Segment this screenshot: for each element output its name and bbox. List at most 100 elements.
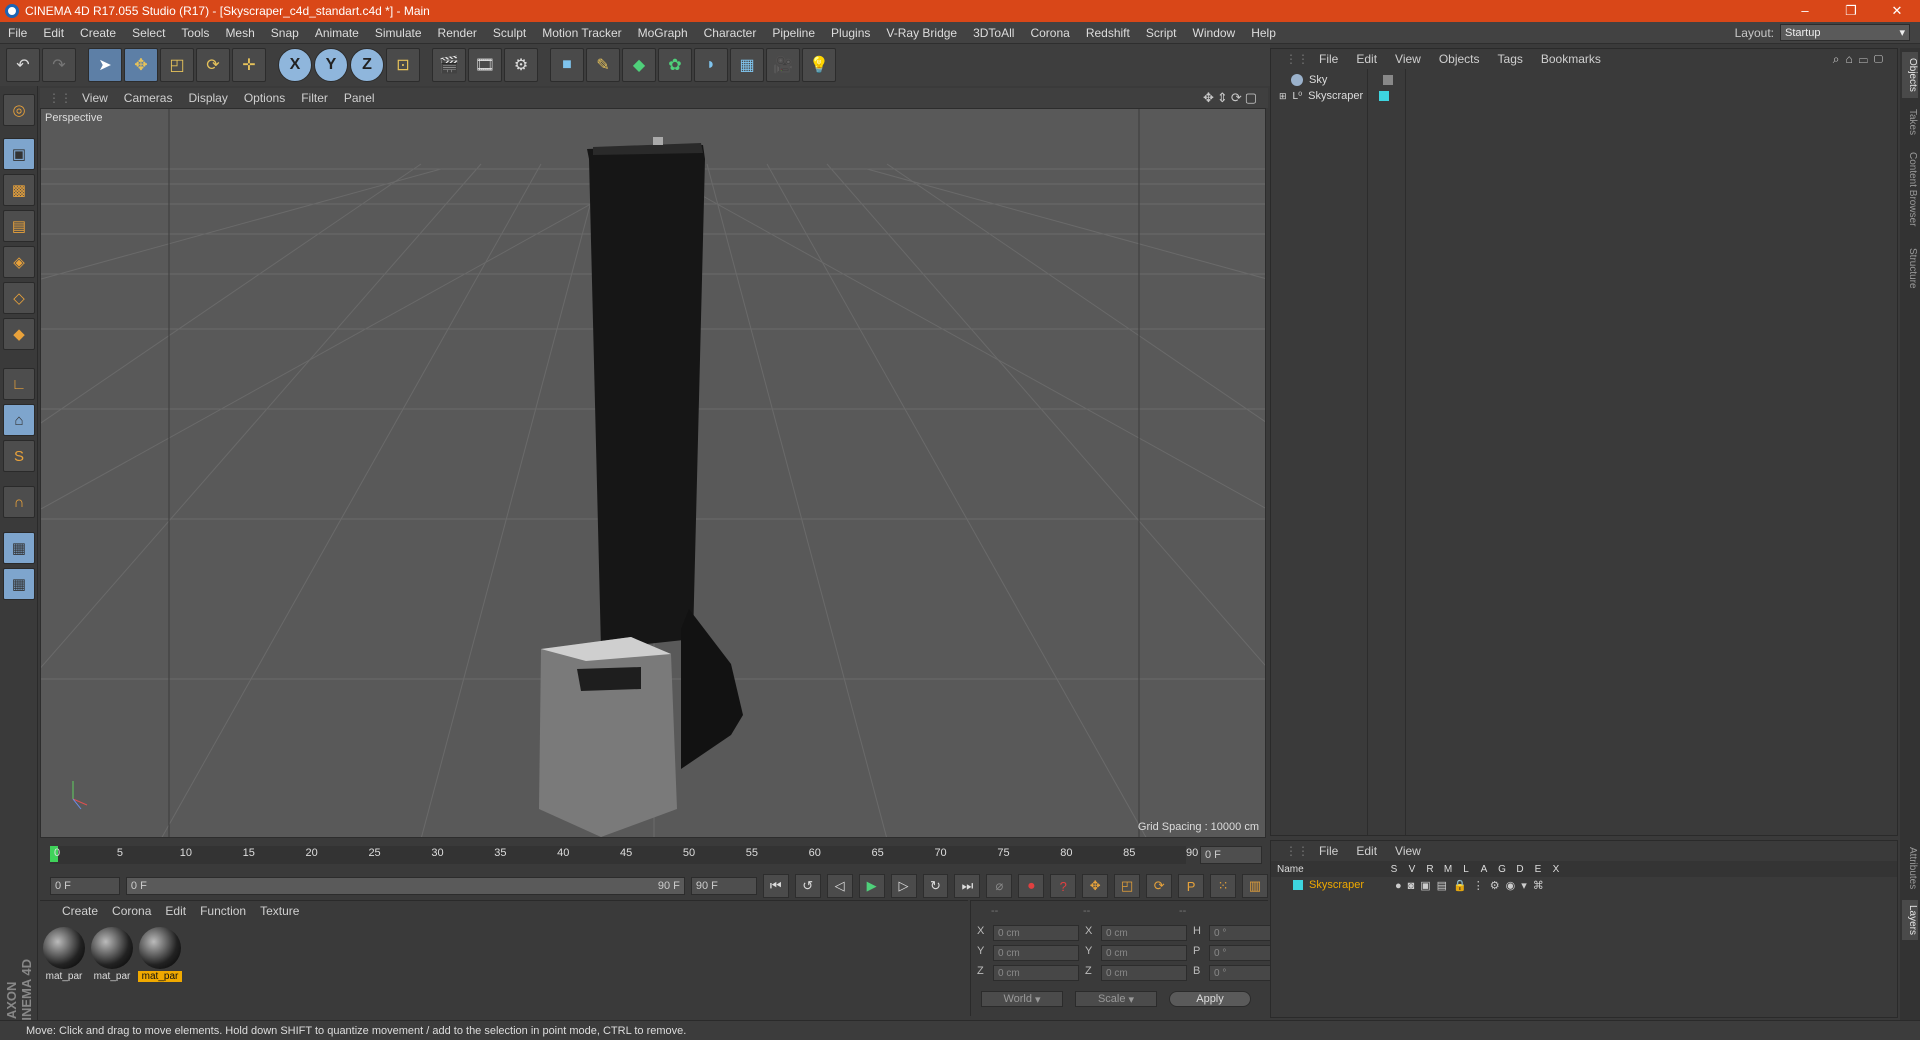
object-menu-tags[interactable]: Tags [1490,52,1531,66]
previous-key-icon[interactable]: ↺ [794,874,821,898]
material-menu-edit[interactable]: Edit [159,904,192,918]
layout-dropdown[interactable]: Startup ▾ [1780,24,1910,41]
current-frame-field[interactable]: 0 F [1200,846,1262,864]
frame-range-slider[interactable]: 0 F 90 F [125,877,685,895]
menu-simulate[interactable]: Simulate [367,26,430,40]
tab-takes[interactable]: Takes [1902,104,1918,140]
size-x-field[interactable]: 0 cm [1101,925,1187,941]
menu-corona[interactable]: Corona [1022,26,1077,40]
coordinate-space-dropdown[interactable]: World ▾ [981,991,1063,1007]
next-key-icon[interactable]: ↻ [922,874,949,898]
object-menu-file[interactable]: File [1311,52,1346,66]
floor-icon[interactable]: ▦ [730,48,764,82]
cube-primitive-icon[interactable]: ■ [550,48,584,82]
material-menu-texture[interactable]: Texture [254,904,305,918]
scale-tool-icon[interactable]: ◰ [160,48,194,82]
close-button[interactable]: ✕ [1874,3,1920,19]
undo-icon[interactable]: ↶ [6,48,40,82]
material-swatch[interactable]: mat_par [90,927,134,982]
points-mode-icon[interactable]: ◈ [3,246,35,278]
material-swatch[interactable]: mat_par [42,927,86,982]
tab-attributes[interactable]: Attributes [1902,840,1918,896]
menu-script[interactable]: Script [1138,26,1185,40]
menu-animate[interactable]: Animate [307,26,367,40]
light-icon[interactable]: 💡 [802,48,836,82]
rotate-tool-icon[interactable]: ⟳ [196,48,230,82]
tab-objects[interactable]: Objects [1902,52,1918,98]
layer-menu-edit[interactable]: Edit [1348,844,1385,858]
viewport-menu-display[interactable]: Display [182,91,233,105]
key-rotation-icon[interactable]: ⟳ [1146,874,1173,898]
snap-icon[interactable]: S [3,440,35,472]
locked-workplane-icon[interactable]: ▦ [3,532,35,564]
next-frame-icon[interactable]: ▷ [890,874,917,898]
timeline-ruler[interactable]: 0 5 10 15 20 25 30 35 40 45 50 55 60 65 … [40,840,1268,872]
magnet-icon[interactable]: ∩ [3,486,35,518]
key-position-icon[interactable]: ✥ [1082,874,1109,898]
perspective-viewport[interactable]: Perspective Grid Spacing : 10000 cm [40,108,1266,838]
key-scale-icon[interactable]: ◰ [1114,874,1141,898]
menu-mograph[interactable]: MoGraph [630,26,696,40]
material-menu-corona[interactable]: Corona [106,904,157,918]
layer-menu-view[interactable]: View [1387,844,1429,858]
object-menu-view[interactable]: View [1387,52,1429,66]
menu-motion-tracker[interactable]: Motion Tracker [534,26,629,40]
tweak-mode-icon[interactable]: ⌂ [3,404,35,436]
planar-workplane-icon[interactable]: ▦ [3,568,35,600]
position-z-field[interactable]: 0 cm [993,965,1079,981]
menu-select[interactable]: Select [124,26,173,40]
y-axis-icon[interactable]: Y [314,48,348,82]
go-to-end-icon[interactable]: ⏭ [954,874,981,898]
deformer-icon[interactable]: ◗ [694,48,728,82]
tab-layers[interactable]: Layers [1902,900,1918,940]
motion-path-icon[interactable]: ⌀ [986,874,1013,898]
size-y-field[interactable]: 0 cm [1101,945,1187,961]
spline-pen-icon[interactable]: ✎ [586,48,620,82]
tab-structure[interactable]: Structure [1902,240,1918,296]
object-menu-bookmarks[interactable]: Bookmarks [1533,52,1609,66]
start-frame-field[interactable]: 0 F [50,877,120,895]
material-swatch-selected[interactable]: mat_par [138,927,182,982]
object-menu-edit[interactable]: Edit [1348,52,1385,66]
position-y-field[interactable]: 0 cm [993,945,1079,961]
menu-snap[interactable]: Snap [263,26,307,40]
record-keys-icon[interactable]: ⏺ [1018,874,1045,898]
coordinate-system-icon[interactable]: ⊡ [386,48,420,82]
z-axis-icon[interactable]: Z [350,48,384,82]
menu-vray-bridge[interactable]: V-Ray Bridge [878,26,965,40]
menu-3dtoall[interactable]: 3DToAll [965,26,1022,40]
material-menu-create[interactable]: Create [56,904,104,918]
menu-pipeline[interactable]: Pipeline [764,26,823,40]
size-z-field[interactable]: 0 cm [1101,965,1187,981]
menu-redshift[interactable]: Redshift [1078,26,1138,40]
key-pla-icon[interactable]: ⁙ [1210,874,1237,898]
layer-menu-file[interactable]: File [1311,844,1346,858]
viewport-menu-filter[interactable]: Filter [295,91,334,105]
tab-content-browser[interactable]: Content Browser [1902,144,1918,234]
viewport-menu-panel[interactable]: Panel [338,91,381,105]
size-mode-dropdown[interactable]: Scale ▾ [1075,991,1157,1007]
menu-window[interactable]: Window [1185,26,1244,40]
layer-row[interactable]: Skyscraper ●◙▣▤🔒⋮⚙◉▾⌘ [1271,877,1897,893]
apply-button[interactable]: Apply [1169,991,1251,1007]
object-menu-objects[interactable]: Objects [1431,52,1488,66]
menu-render[interactable]: Render [430,26,485,40]
viewport-menu-cameras[interactable]: Cameras [118,91,179,105]
model-mode-icon[interactable]: ▣ [3,138,35,170]
render-settings-icon[interactable]: ⚙ [504,48,538,82]
cloner-icon[interactable]: ✿ [658,48,692,82]
play-icon[interactable]: ▶ [858,874,885,898]
position-x-field[interactable]: 0 cm [993,925,1079,941]
end-frame-field[interactable]: 90 F [690,877,757,895]
edges-mode-icon[interactable]: ◇ [3,282,35,314]
minimize-button[interactable]: – [1782,3,1828,19]
object-row-skyscraper[interactable]: ⊞ L⁰ Skyscraper [1279,87,1390,105]
menu-edit[interactable]: Edit [35,26,72,40]
viewport-menu-options[interactable]: Options [238,91,291,105]
live-selection-icon[interactable]: ✛ [232,48,266,82]
key-parameter-icon[interactable]: P [1178,874,1205,898]
previous-frame-icon[interactable]: ◁ [826,874,853,898]
menu-character[interactable]: Character [696,26,765,40]
skyscraper-model[interactable] [539,137,743,837]
material-menu-function[interactable]: Function [194,904,252,918]
